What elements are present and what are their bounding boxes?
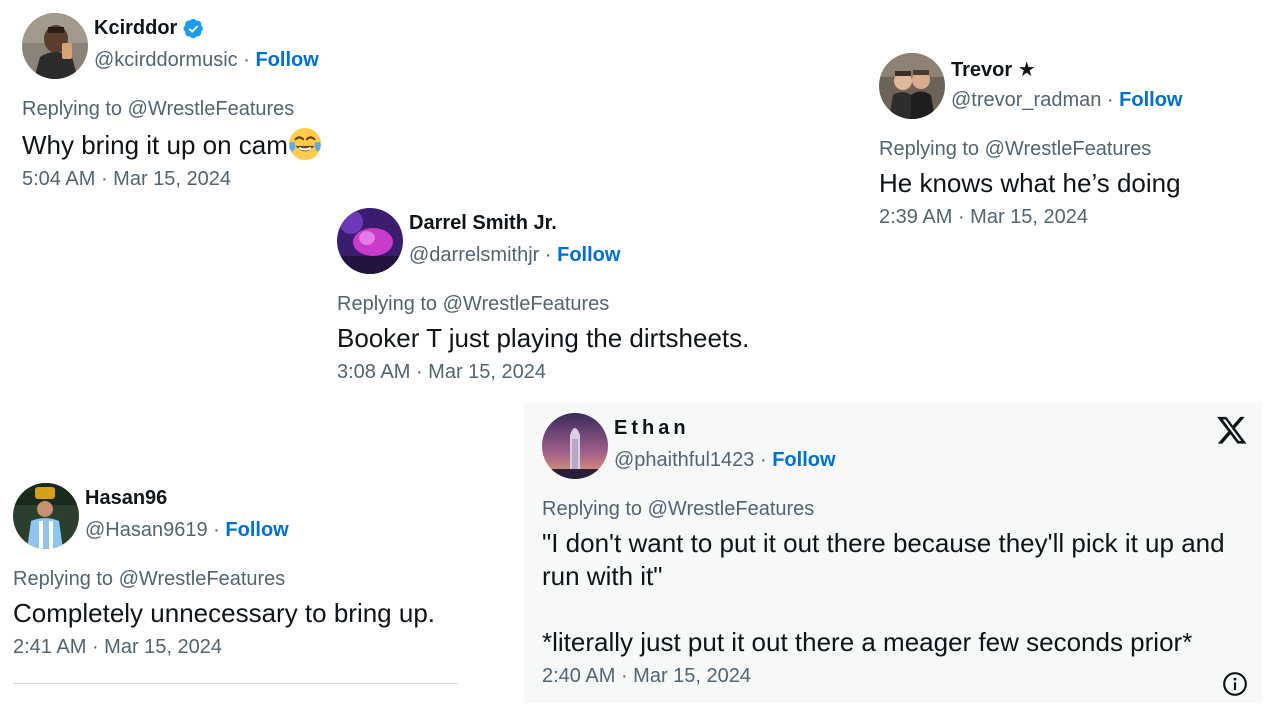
reply-prefix: Replying to — [337, 293, 443, 315]
handle[interactable]: @Hasan9619 — [85, 519, 208, 541]
avatar-darrel-smith[interactable] — [337, 208, 403, 274]
separator: · — [207, 519, 226, 541]
x-logo-icon[interactable] — [1216, 414, 1248, 446]
tweet-time: 2:40 AM — [542, 665, 616, 687]
avatar-trevor[interactable] — [879, 53, 945, 119]
display-name-row: Kcirddor — [94, 17, 205, 40]
separator: · — [86, 636, 105, 658]
timestamp[interactable]: 3:08 AM · Mar 15, 2024 — [337, 361, 797, 384]
replying-to: Replying to @WrestleFeatures — [22, 98, 442, 121]
separator: · — [754, 449, 773, 471]
reply-prefix: Replying to — [879, 138, 985, 160]
reply-to-handle[interactable]: @WrestleFeatures — [119, 568, 286, 590]
display-name-row: Hasan96 — [85, 487, 167, 510]
follow-button[interactable]: Follow — [225, 519, 288, 541]
tweet-date: Mar 15, 2024 — [633, 665, 752, 687]
tweet-text: He knows what he’s doing — [879, 168, 1181, 198]
tweet-time: 3:08 AM — [337, 361, 411, 383]
avatar-hasan96[interactable] — [13, 483, 79, 549]
follow-button[interactable]: Follow — [557, 244, 620, 266]
tweet-date: Mar 15, 2024 — [970, 206, 1089, 228]
tweet-text: Completely unnecessary to bring up. — [13, 598, 436, 628]
reply-to-handle[interactable]: @WrestleFeatures — [128, 98, 295, 120]
reply-to-handle[interactable]: @WrestleFeatures — [648, 498, 815, 520]
reply-to-handle[interactable]: @WrestleFeatures — [443, 293, 610, 315]
timestamp[interactable]: 2:40 AM · Mar 15, 2024 — [542, 665, 1248, 688]
reply-prefix: Replying to — [542, 498, 648, 520]
display-name[interactable]: Ethan — [614, 417, 690, 440]
display-name-row: Darrel Smith Jr. — [409, 212, 557, 235]
handle-row: @trevor_radman · Follow — [951, 89, 1182, 112]
separator: · — [1101, 89, 1120, 111]
separator: · — [410, 361, 429, 383]
tweet-date: Mar 15, 2024 — [104, 636, 223, 658]
tweet-darrel-smith: Darrel Smith Jr. @darrelsmithjr · Follow… — [337, 208, 797, 384]
tweet-kcirddor: Kcirddor @kcirddormusic · Follow Replyin… — [22, 13, 442, 191]
display-name[interactable]: Trevor ★ — [951, 57, 1036, 82]
separator: · — [539, 244, 558, 266]
handle-row: @Hasan9619 · Follow — [85, 519, 289, 542]
handle[interactable]: @darrelsmithjr — [409, 244, 539, 266]
separator: · — [615, 665, 634, 687]
separator: · — [95, 168, 114, 190]
divider — [13, 683, 458, 684]
display-name[interactable]: Kcirddor — [94, 17, 177, 40]
follow-button[interactable]: Follow — [772, 449, 835, 471]
reply-to-handle[interactable]: @WrestleFeatures — [985, 138, 1152, 160]
reply-prefix: Replying to — [13, 568, 119, 590]
handle-row: @darrelsmithjr · Follow — [409, 244, 620, 267]
reply-prefix: Replying to — [22, 98, 128, 120]
timestamp[interactable]: 5:04 AM · Mar 15, 2024 — [22, 168, 442, 191]
verified-badge-icon — [183, 18, 204, 38]
handle[interactable]: @kcirddormusic — [94, 49, 238, 71]
display-name[interactable]: Darrel Smith Jr. — [409, 212, 557, 235]
follow-button[interactable]: Follow — [1119, 89, 1182, 111]
replying-to: Replying to @WrestleFeatures — [13, 568, 463, 591]
handle-row: @phaithful1423 · Follow — [614, 449, 836, 472]
timestamp[interactable]: 2:41 AM · Mar 15, 2024 — [13, 636, 463, 659]
handle[interactable]: @trevor_radman — [951, 89, 1101, 111]
timestamp[interactable]: 2:39 AM · Mar 15, 2024 — [879, 206, 1259, 229]
tweet-hasan96: Hasan96 @Hasan9619 · Follow Replying to … — [13, 483, 463, 659]
follow-button[interactable]: Follow — [255, 49, 318, 71]
tweet-time: 2:39 AM — [879, 206, 953, 228]
tweet-date: Mar 15, 2024 — [428, 361, 547, 383]
tweet-time: 2:41 AM — [13, 636, 87, 658]
tweet-text: Booker T just playing the dirtsheets. — [337, 323, 750, 353]
tweet-text: "I don't want to put it out there becaus… — [542, 528, 1225, 657]
display-name-row: Ethan — [614, 417, 690, 440]
replying-to: Replying to @WrestleFeatures — [337, 293, 797, 316]
tweet-text: Why bring it up on cam — [22, 127, 442, 162]
separator: · — [952, 206, 971, 228]
info-icon[interactable] — [1222, 671, 1248, 697]
tweet-text-content: Why bring it up on cam — [22, 130, 288, 160]
display-name[interactable]: Hasan96 — [85, 487, 167, 510]
handle-row: @kcirddormusic · Follow — [94, 49, 319, 72]
handle[interactable]: @phaithful1423 — [614, 449, 754, 471]
replying-to: Replying to @WrestleFeatures — [879, 138, 1259, 161]
avatar-kcirddor[interactable] — [22, 13, 88, 79]
face-with-tears-of-joy-icon — [288, 127, 321, 161]
avatar-ethan[interactable] — [542, 413, 608, 479]
separator: · — [237, 49, 256, 71]
tweet-ethan-card: Ethan @phaithful1423 · Follow Replying t… — [524, 402, 1262, 703]
tweet-date: Mar 15, 2024 — [113, 168, 232, 190]
tweet-time: 5:04 AM — [22, 168, 96, 190]
tweet-trevor: Trevor ★ @trevor_radman · Follow Replyin… — [879, 53, 1259, 229]
replying-to: Replying to @WrestleFeatures — [542, 498, 1248, 521]
display-name-row: Trevor ★ — [951, 57, 1036, 82]
